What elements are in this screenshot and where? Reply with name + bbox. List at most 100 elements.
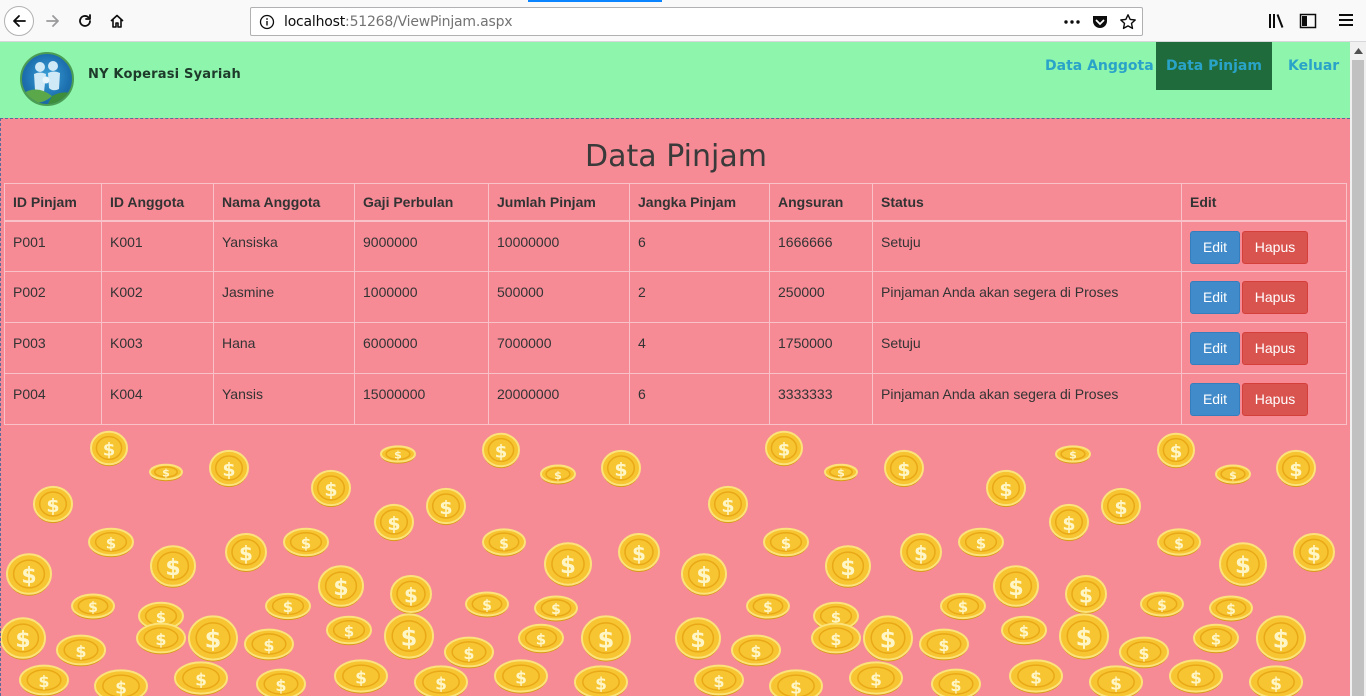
svg-text:$: $ — [750, 642, 761, 661]
table-row: P002 K002 Jasmine 1000000 500000 2 25000… — [4, 271, 1347, 323]
gold-coin-icon: $ — [931, 668, 981, 696]
svg-text:$: $ — [763, 600, 773, 616]
gold-coin-icon: $ — [1193, 623, 1239, 654]
cooperative-logo[interactable] — [20, 52, 74, 106]
svg-text:$: $ — [1273, 626, 1290, 654]
cell-jangka-pinjam: 6 — [629, 220, 770, 272]
page-actions-icon[interactable] — [1063, 15, 1081, 29]
cell-nama-anggota: Yansiska — [213, 220, 355, 272]
svg-text:$: $ — [387, 513, 400, 535]
edit-button[interactable]: Edit — [1190, 281, 1240, 314]
svg-text:$: $ — [15, 628, 30, 653]
cell-status: Setuju — [872, 322, 1182, 374]
svg-text:$: $ — [1019, 623, 1029, 641]
gold-coin-icon: $ — [283, 527, 329, 558]
gold-coin-icon: $ — [940, 592, 986, 621]
edit-button[interactable]: Edit — [1190, 230, 1240, 264]
gold-coin-icon: $ — [849, 661, 903, 696]
vertical-scrollbar[interactable] — [1350, 42, 1366, 696]
gold-coin-icon: $ — [919, 628, 969, 661]
gold-coin-icon: $ — [374, 503, 414, 542]
gold-coin-icon: $ — [824, 463, 858, 482]
reload-button[interactable] — [70, 6, 100, 36]
svg-text:$: $ — [439, 497, 452, 519]
site-header: NY Koperasi Syariah Data Anggota Data Pi… — [0, 42, 1350, 118]
pocket-icon[interactable] — [1091, 13, 1109, 31]
gold-coin-icon: $ — [1009, 659, 1063, 694]
gold-coin-icon: $ — [311, 469, 351, 508]
cell-gaji: 9000000 — [354, 220, 489, 272]
edit-button[interactable]: Edit — [1190, 332, 1240, 365]
svg-text:$: $ — [263, 636, 274, 655]
gold-coin-icon: $ — [265, 592, 311, 621]
gold-coin-icon: $ — [225, 533, 267, 572]
svg-text:$: $ — [1079, 583, 1093, 607]
svg-text:$: $ — [115, 678, 127, 696]
svg-text:$: $ — [88, 600, 98, 616]
gold-coin-icon: $ — [769, 669, 823, 696]
svg-text:$: $ — [914, 541, 928, 565]
svg-text:$: $ — [595, 674, 607, 694]
gold-coin-icon: $ — [149, 463, 183, 482]
gold-coin-icon: $ — [380, 445, 416, 464]
address-bar[interactable]: localhost:51268/ViewPinjam.aspx — [250, 7, 1143, 36]
bookmark-star-icon[interactable] — [1119, 13, 1137, 31]
cell-id-pinjam: P003 — [4, 322, 102, 374]
cell-nama-anggota: Hana — [213, 322, 355, 374]
gold-coin-icon: $ — [1256, 615, 1306, 662]
gold-coin-icon: $ — [244, 628, 294, 661]
brand-name[interactable]: NY Koperasi Syariah — [88, 67, 241, 82]
hapus-button[interactable]: Hapus — [1242, 281, 1308, 314]
gold-coin-icon: $ — [1001, 615, 1047, 646]
nav-data-anggota[interactable]: Data Anggota — [1045, 42, 1154, 90]
browser-toolbar: localhost:51268/ViewPinjam.aspx — [0, 0, 1366, 42]
column-header: Status — [872, 183, 1182, 222]
svg-text:$: $ — [495, 442, 508, 463]
gold-coin-icon: $ — [19, 664, 69, 696]
hapus-button[interactable]: Hapus — [1242, 230, 1308, 264]
gold-coin-icon: $ — [1276, 449, 1316, 488]
svg-text:$: $ — [1270, 674, 1282, 694]
cell-jumlah-pinjam: 500000 — [488, 271, 630, 323]
column-header: Jangka Pinjam — [629, 183, 770, 222]
main-content: Data Pinjam ID Pinjam ID Anggota Nama An… — [0, 118, 1350, 696]
library-icon[interactable] — [1268, 12, 1286, 30]
column-header: ID Pinjam — [4, 183, 102, 222]
scroll-up-arrow-icon[interactable] — [1350, 42, 1366, 59]
gold-coin-icon: $ — [1157, 528, 1201, 557]
menu-hamburger-icon[interactable] — [1338, 12, 1354, 28]
nav-keluar[interactable]: Keluar — [1288, 42, 1339, 90]
cell-id-anggota: K004 — [101, 373, 214, 425]
hapus-button[interactable]: Hapus — [1242, 383, 1308, 416]
gold-coin-icon: $ — [71, 593, 115, 620]
gold-coin-icon: $ — [1140, 591, 1184, 618]
cell-jumlah-pinjam: 7000000 — [488, 322, 630, 374]
nav-data-pinjam[interactable]: Data Pinjam — [1156, 42, 1272, 90]
svg-text:$: $ — [976, 535, 986, 553]
scrollbar-thumb[interactable] — [1352, 60, 1364, 696]
url-text: localhost:51268/ViewPinjam.aspx — [284, 14, 513, 30]
gold-coin-icon: $ — [825, 545, 871, 588]
gold-coin-icon: $ — [1089, 665, 1143, 696]
hapus-button[interactable]: Hapus — [1242, 332, 1308, 365]
svg-text:$: $ — [880, 626, 897, 654]
gold-coin-icon: $ — [1, 617, 46, 660]
site-info-icon[interactable] — [259, 14, 275, 35]
svg-text:$: $ — [999, 479, 1012, 501]
svg-text:$: $ — [222, 459, 235, 481]
gold-coin-icon: $ — [1059, 613, 1109, 660]
svg-text:$: $ — [1174, 536, 1184, 552]
back-button[interactable] — [4, 6, 34, 36]
svg-text:$: $ — [554, 469, 562, 482]
svg-text:$: $ — [1157, 598, 1167, 614]
svg-text:$: $ — [614, 459, 627, 481]
svg-text:$: $ — [870, 670, 882, 690]
forward-button[interactable] — [38, 6, 68, 36]
sidebar-icon[interactable] — [1299, 12, 1317, 30]
edit-button[interactable]: Edit — [1190, 383, 1240, 416]
gold-coin-icon: $ — [90, 430, 128, 467]
svg-text:$: $ — [536, 631, 546, 649]
gold-coin-icon: $ — [326, 615, 372, 646]
svg-text:$: $ — [103, 440, 116, 461]
home-button[interactable] — [102, 6, 132, 36]
